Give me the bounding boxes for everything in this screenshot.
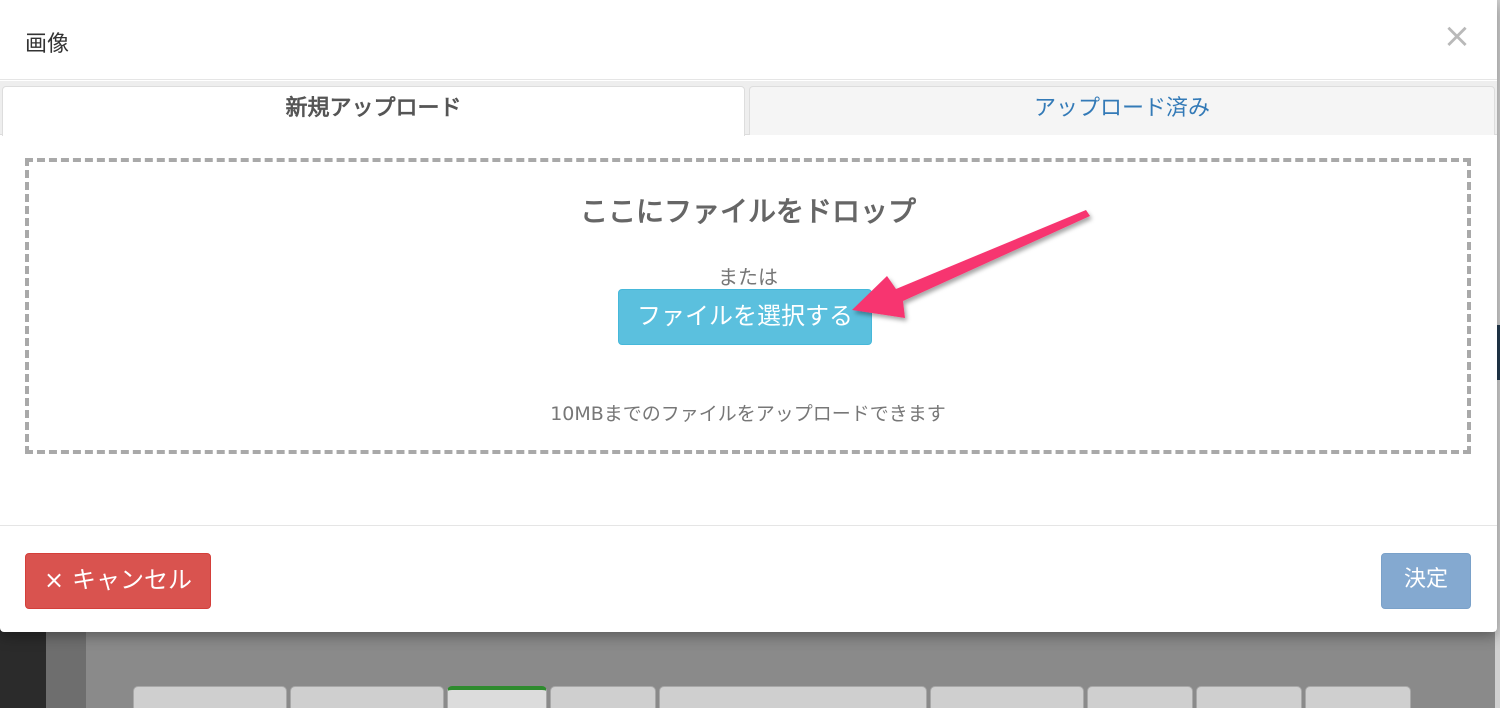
background-tab [930, 686, 1084, 708]
file-drop-zone[interactable]: ここにファイルをドロップ または ファイルを選択する 10MBまでのファイルをア… [25, 158, 1471, 454]
background-tab [290, 686, 444, 708]
modal-header: 画像 × [0, 0, 1497, 80]
close-icon: × [43, 566, 65, 594]
background-tab [133, 686, 287, 708]
background-tab [1305, 686, 1411, 708]
select-file-button[interactable]: ファイルを選択する [618, 289, 872, 345]
cancel-button[interactable]: × キャンセル [25, 553, 211, 609]
background-tab-bar [133, 686, 1411, 708]
close-icon[interactable]: × [1440, 18, 1474, 54]
background-tab [659, 686, 927, 708]
background-tab [1196, 686, 1302, 708]
tab-new-upload[interactable]: 新規アップロード [2, 86, 745, 136]
background-tab [1087, 686, 1193, 708]
modal-title: 画像 [25, 32, 70, 57]
tab-uploaded[interactable]: アップロード済み [749, 86, 1495, 135]
cancel-button-label: キャンセル [72, 566, 193, 594]
modal-footer: × キャンセル 決定 [0, 525, 1497, 632]
upload-tab-bar: 新規アップロード アップロード済み [0, 81, 1497, 136]
ok-button[interactable]: 決定 [1381, 553, 1471, 609]
file-size-note: 10MBまでのファイルをアップロードできます [550, 403, 946, 425]
image-upload-modal: 画像 × 新規アップロード アップロード済み ここにファイルをドロップ または … [0, 0, 1497, 632]
drop-zone-or-text: または [718, 265, 778, 289]
background-tab-active [447, 686, 547, 708]
drop-zone-title: ここにファイルをドロップ [579, 195, 916, 228]
background-tab [550, 686, 656, 708]
